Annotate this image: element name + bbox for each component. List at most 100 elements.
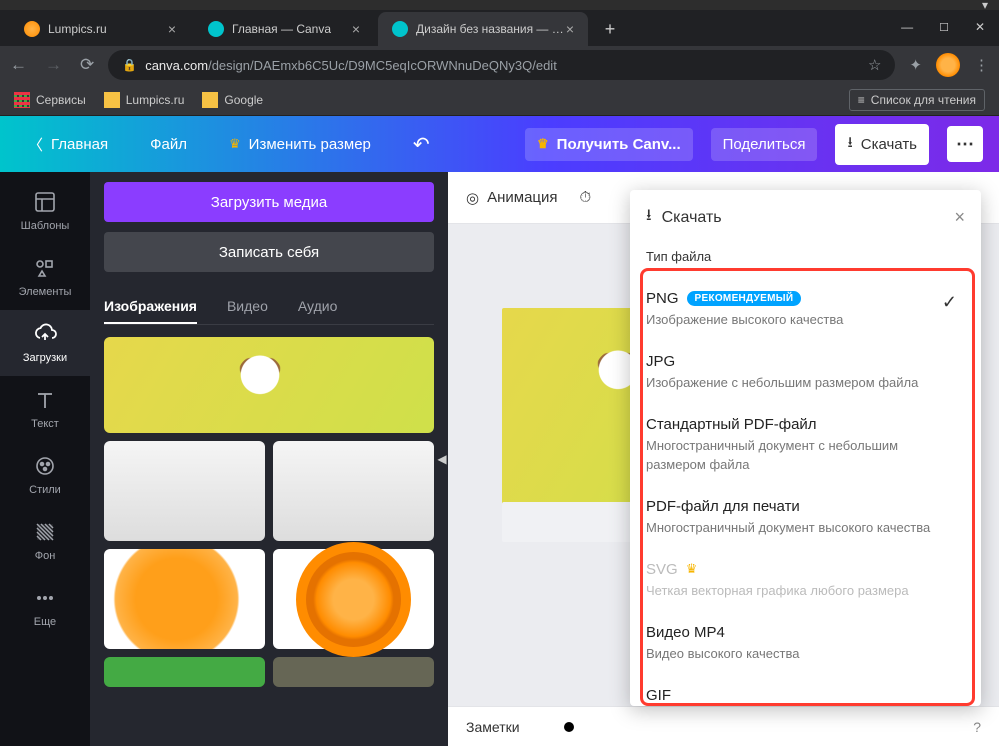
get-premium-button[interactable]: ♛ Получить Canv... [525, 128, 693, 161]
back-button[interactable]: ← [10, 55, 27, 75]
file-type-list[interactable]: PNG РЕКОМЕНДУЕМЫЙ Изображение высокого к… [630, 274, 981, 706]
sidenav-more[interactable]: Еще [0, 574, 90, 640]
file-type-option-gif[interactable]: GIF [646, 675, 979, 706]
sidenav-templates[interactable]: Шаблоны [0, 178, 90, 244]
collapse-panel-button[interactable]: ◀ [435, 424, 448, 494]
sidenav-elements[interactable]: Элементы [0, 244, 90, 310]
sidenav-label: Элементы [19, 286, 72, 298]
profile-avatar[interactable] [936, 53, 960, 77]
media-thumb[interactable] [104, 441, 265, 541]
home-button[interactable]: 〈 Главная [16, 126, 120, 163]
close-icon[interactable]: × [566, 21, 574, 37]
share-button[interactable]: Поделиться [711, 128, 818, 161]
file-menu[interactable]: Файл [138, 128, 199, 161]
panel-tab-video[interactable]: Видео [227, 290, 268, 324]
menu-icon[interactable]: ⋮ [974, 56, 989, 74]
lock-icon: 🔒 [122, 58, 137, 72]
file-type-option-pdf-standard[interactable]: Стандартный PDF-файл Многостраничный док… [646, 404, 979, 485]
panel-tab-images[interactable]: Изображения [104, 290, 197, 324]
record-yourself-button[interactable]: Записать себя [104, 232, 434, 272]
reading-list-button[interactable]: ≡ Список для чтения [849, 89, 985, 111]
media-thumb[interactable] [273, 549, 434, 649]
notes-bar: Заметки ? [448, 706, 999, 746]
option-title: Стандартный PDF-файл [646, 416, 817, 433]
bookmarks-bar: Сервисы Lumpics.ru Google ≡ Список для ч… [0, 84, 999, 116]
tab-label: Аудио [298, 298, 338, 314]
maximize-button[interactable]: ☐ [939, 21, 949, 34]
file-type-option-pdf-print[interactable]: PDF-файл для печати Многостраничный доку… [646, 486, 979, 549]
close-window-button[interactable]: ✕ [975, 20, 985, 34]
download-button[interactable]: ⭳ Скачать [835, 124, 929, 165]
media-thumb[interactable] [273, 657, 434, 687]
media-thumb[interactable] [104, 337, 434, 433]
undo-button[interactable]: ↶ [401, 124, 442, 165]
animation-button[interactable]: ◎ Анимация [466, 189, 558, 207]
extensions-icon[interactable]: ✦ [909, 56, 922, 74]
minimize-button[interactable]: — [901, 20, 913, 34]
file-type-option-mp4[interactable]: Видео MP4 Видео высокого качества [646, 612, 979, 675]
bookmark-label: Google [224, 93, 263, 107]
sidenav-text[interactable]: Текст [0, 376, 90, 442]
option-title: SVG [646, 561, 678, 578]
file-label: Файл [150, 136, 187, 153]
sidenav-styles[interactable]: Стили [0, 442, 90, 508]
resize-label: Изменить размер [249, 136, 371, 153]
help-button[interactable]: ? [973, 719, 981, 735]
download-icon: ⭳ [847, 132, 852, 157]
window-controls: — ☐ ✕ [901, 10, 999, 44]
address-bar[interactable]: 🔒 canva.com /design/DAEmxb6C5Uc/D9MC5eqI… [108, 50, 895, 80]
file-type-option-svg[interactable]: SVG ♛ Четкая векторная графика любого ра… [646, 549, 979, 612]
option-title: PNG [646, 290, 679, 307]
sidenav-uploads[interactable]: Загрузки [0, 310, 90, 376]
browser-tab-active[interactable]: Дизайн без названия — 1280 × [378, 12, 588, 46]
close-icon[interactable]: × [168, 21, 176, 37]
page-indicator[interactable] [564, 722, 574, 732]
record-label: Записать себя [219, 244, 319, 261]
home-label: Главная [51, 136, 108, 153]
nav-buttons: ← → ⟳ [10, 55, 94, 75]
media-thumb[interactable] [104, 549, 265, 649]
recommended-badge: РЕКОМЕНДУЕМЫЙ [687, 291, 802, 306]
media-thumb[interactable] [273, 441, 434, 541]
more-menu-button[interactable]: ⋯ [947, 126, 983, 162]
panel-tab-audio[interactable]: Аудио [298, 290, 338, 324]
forward-button[interactable]: → [45, 55, 62, 75]
file-type-option-jpg[interactable]: JPG Изображение с небольшим размером фай… [646, 341, 979, 404]
media-thumb[interactable] [104, 657, 265, 687]
close-icon[interactable]: × [954, 207, 965, 228]
option-title: JPG [646, 353, 675, 370]
file-type-option-png[interactable]: PNG РЕКОМЕНДУЕМЫЙ Изображение высокого к… [646, 278, 979, 341]
sidenav-background[interactable]: Фон [0, 508, 90, 574]
star-icon[interactable]: ☆ [868, 56, 881, 74]
close-icon[interactable]: × [352, 21, 360, 37]
bookmark-label: Lumpics.ru [126, 93, 185, 107]
browser-tab[interactable]: Lumpics.ru × [10, 12, 190, 46]
reload-button[interactable]: ⟳ [80, 55, 94, 75]
window-titlebar: ▾ [0, 0, 999, 10]
sidenav-label: Шаблоны [21, 220, 70, 232]
get-label: Получить Canv... [557, 136, 681, 153]
tab-favicon [24, 21, 40, 37]
share-label: Поделиться [723, 136, 806, 153]
new-tab-button[interactable]: + [596, 15, 624, 43]
bookmark-folder[interactable]: Google [202, 92, 263, 108]
notes-label[interactable]: Заметки [466, 719, 520, 735]
resize-button[interactable]: ♛ Изменить размер [217, 128, 383, 161]
reading-list-label: Список для чтения [871, 93, 976, 107]
check-icon: ✓ [942, 292, 957, 313]
download-icon: ⭳ [646, 204, 652, 231]
option-desc: Многостраничный документ высокого качест… [646, 519, 949, 537]
tab-title: Главная — Canva [232, 22, 331, 36]
side-nav: Шаблоны Элементы Загрузки Текст Стили Фо… [0, 172, 90, 746]
tab-title: Дизайн без названия — 1280 [416, 22, 566, 36]
browser-tabs: Lumpics.ru × Главная — Canva × Дизайн бе… [0, 10, 999, 46]
bookmark-services[interactable]: Сервисы [14, 92, 86, 108]
url-path: /design/DAEmxb6C5Uc/D9MC5eqIcORWNnuDeQNy… [208, 58, 557, 73]
canva-toolbar: 〈 Главная Файл ♛ Изменить размер ↶ ♛ Пол… [0, 116, 999, 172]
crown-icon: ♛ [229, 136, 241, 152]
timer-button[interactable]: ⏱ [580, 189, 592, 206]
upload-media-button[interactable]: Загрузить медиа [104, 182, 434, 222]
tab-label: Видео [227, 298, 268, 314]
browser-tab[interactable]: Главная — Canva × [194, 12, 374, 46]
bookmark-folder[interactable]: Lumpics.ru [104, 92, 185, 108]
